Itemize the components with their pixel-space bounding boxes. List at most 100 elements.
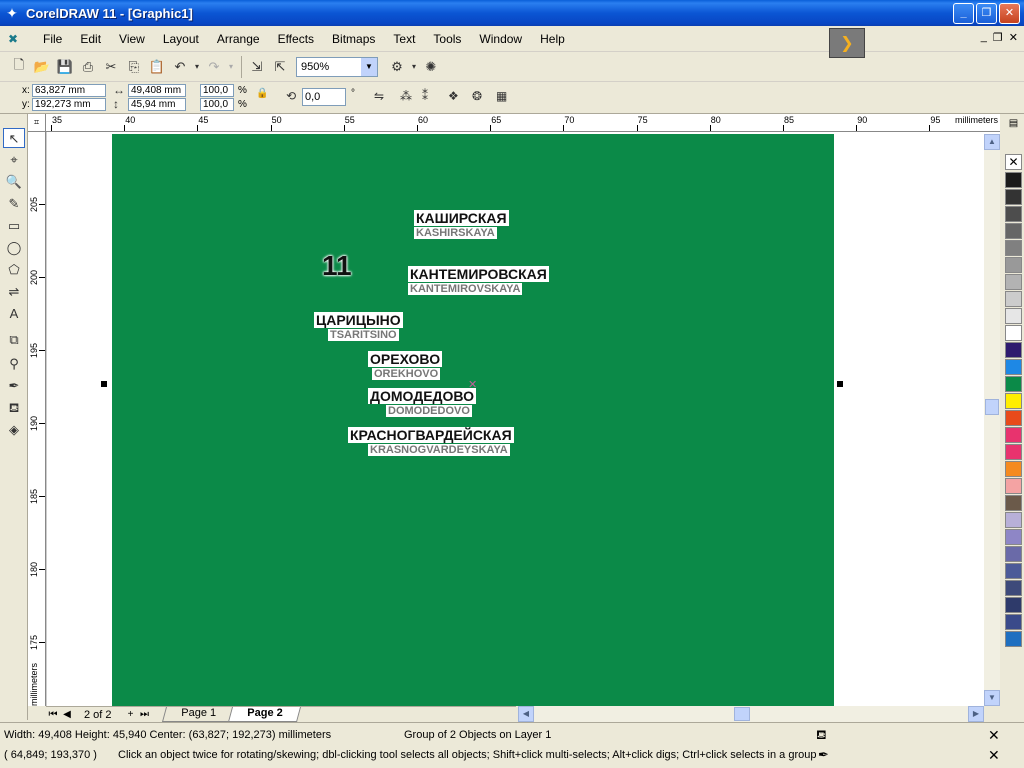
horizontal-scroll-thumb[interactable] xyxy=(734,707,750,721)
menu-text[interactable]: Text xyxy=(384,32,424,46)
color-swatch[interactable] xyxy=(1005,478,1022,494)
y-position-field[interactable]: 192,273 mm xyxy=(32,98,106,111)
vertical-scrollbar[interactable]: ▲ ▼ xyxy=(984,134,1000,706)
color-swatch[interactable] xyxy=(1005,223,1022,239)
zoom-level-select[interactable]: 950% ▼ xyxy=(296,56,378,77)
tab-page-1[interactable]: Page 1 xyxy=(161,707,235,722)
fill-indicator-icon[interactable]: ⛾ xyxy=(816,727,827,745)
color-swatch[interactable] xyxy=(1005,172,1022,188)
vertical-ruler[interactable]: millimeters 205 200 195 190 185 180 175 xyxy=(28,132,46,706)
palette-scroll-up-icon[interactable]: ▤ xyxy=(1005,118,1022,134)
menu-effects[interactable]: Effects xyxy=(269,32,323,46)
paste-icon[interactable]: 📋 xyxy=(146,56,168,78)
copy-icon[interactable]: ⎘ xyxy=(123,56,145,78)
color-swatch[interactable] xyxy=(1005,393,1022,409)
outline-tool-icon[interactable]: ✒ xyxy=(3,376,25,396)
horizontal-ruler[interactable]: 95 90 85 80 75 70 65 60 55 50 45 40 35 millimeters xyxy=(46,114,1000,132)
outline-none-icon[interactable]: ✕ xyxy=(988,747,1000,764)
ungroup-icon[interactable]: ⁑ xyxy=(422,89,428,103)
x-position-field[interactable]: 63,827 mm xyxy=(32,84,106,97)
menu-window[interactable]: Window xyxy=(470,32,531,46)
polygon-tool-icon[interactable]: ⬠ xyxy=(3,260,25,280)
document-menu-icon[interactable]: ✖ xyxy=(8,32,26,46)
station-label[interactable]: ЦАРИЦЫНО TSARITSINO xyxy=(314,312,403,341)
color-swatch[interactable] xyxy=(1005,495,1022,511)
color-swatch[interactable] xyxy=(1005,240,1022,256)
undo-icon[interactable]: ↶ xyxy=(169,56,191,78)
selection-handle-left[interactable] xyxy=(101,381,107,387)
application-launcher-icon[interactable]: ⚙ xyxy=(386,56,408,78)
width-field[interactable]: 49,408 mm xyxy=(128,84,186,97)
color-swatch[interactable] xyxy=(1005,325,1022,341)
save-icon[interactable]: 💾 xyxy=(54,56,76,78)
last-page-icon[interactable]: ⏭ xyxy=(138,709,152,720)
scale-y-field[interactable]: 100,0 xyxy=(200,98,234,111)
first-page-icon[interactable]: ⏮ xyxy=(46,709,60,720)
new-document-icon[interactable]: 🗋 xyxy=(8,56,30,78)
scroll-left-icon[interactable]: ◀ xyxy=(518,706,534,722)
color-swatch[interactable] xyxy=(1005,563,1022,579)
break-apart-icon[interactable]: ❂ xyxy=(472,89,482,103)
color-swatch[interactable] xyxy=(1005,597,1022,613)
interactive-blend-tool-icon[interactable]: ⧉ xyxy=(3,330,25,350)
doc-minimize-icon[interactable]: _ xyxy=(981,31,987,44)
freehand-tool-icon[interactable]: ✎ xyxy=(3,194,25,214)
color-swatch[interactable] xyxy=(1005,342,1022,358)
open-icon[interactable]: 📂 xyxy=(31,56,53,78)
ellipse-tool-icon[interactable]: ◯ xyxy=(3,238,25,258)
coreldraw-app-icon[interactable]: ✦ xyxy=(4,5,20,21)
lock-ratio-icon[interactable]: 🔒 xyxy=(256,88,268,99)
scroll-right-icon[interactable]: ▶ xyxy=(968,706,984,722)
menu-view[interactable]: View xyxy=(110,32,154,46)
color-swatch[interactable] xyxy=(1005,580,1022,596)
color-swatch[interactable] xyxy=(1005,189,1022,205)
color-swatch[interactable] xyxy=(1005,308,1022,324)
to-front-icon[interactable]: ▦ xyxy=(496,89,507,103)
maximize-button[interactable]: ❐ xyxy=(976,3,997,24)
fill-tool-icon[interactable]: ⛾ xyxy=(3,398,25,418)
color-swatch[interactable] xyxy=(1005,546,1022,562)
color-swatch[interactable] xyxy=(1005,512,1022,528)
rectangle-tool-icon[interactable]: ▭ xyxy=(3,216,25,236)
menu-help[interactable]: Help xyxy=(531,32,574,46)
chevron-down-icon[interactable]: ▼ xyxy=(361,57,377,76)
color-swatch[interactable] xyxy=(1005,376,1022,392)
ruler-origin[interactable]: ⌗ xyxy=(28,114,46,132)
doc-close-icon[interactable]: ✕ xyxy=(1009,31,1018,44)
redo-icon[interactable]: ↷ xyxy=(203,56,225,78)
scroll-up-icon[interactable]: ▲ xyxy=(984,134,1000,150)
drawing-canvas[interactable]: 11 КАШИРСКАЯ KASHIRSKAYA КАНТЕМИРОВСКАЯ … xyxy=(46,132,1000,706)
interactive-fill-tool-icon[interactable]: ◈ xyxy=(3,420,25,440)
color-swatch[interactable] xyxy=(1005,257,1022,273)
color-swatch[interactable] xyxy=(1005,461,1022,477)
redo-dropdown-icon[interactable]: ▾ xyxy=(226,56,236,78)
scale-x-field[interactable]: 100,0 xyxy=(200,84,234,97)
color-swatch[interactable] xyxy=(1005,427,1022,443)
station-label[interactable]: КРАСНОГВАРДЕЙСКАЯ KRASNOGVARDEYSKAYA xyxy=(348,427,514,456)
corel-online-icon[interactable]: ✺ xyxy=(420,56,442,78)
color-swatch[interactable] xyxy=(1005,631,1022,647)
spiral-tool-icon[interactable]: ⇌ xyxy=(3,282,25,302)
menu-edit[interactable]: Edit xyxy=(71,32,110,46)
cut-icon[interactable]: ✂ xyxy=(100,56,122,78)
combine-icon[interactable]: ❖ xyxy=(448,89,459,103)
line-number-label[interactable]: 11 xyxy=(322,250,352,282)
station-label[interactable]: ДОМОДЕДОВО DOMODEDOVO xyxy=(368,388,477,417)
tab-page-2[interactable]: Page 2 xyxy=(228,707,302,722)
color-swatch[interactable] xyxy=(1005,291,1022,307)
export-icon[interactable]: ⇱ xyxy=(269,56,291,78)
import-icon[interactable]: ⇲ xyxy=(246,56,268,78)
mirror-icon[interactable]: ⇋ xyxy=(374,89,384,103)
outline-indicator-icon[interactable]: ✒ xyxy=(818,747,829,763)
undo-dropdown-icon[interactable]: ▾ xyxy=(192,56,202,78)
add-page-icon[interactable]: + xyxy=(124,709,138,720)
eyedropper-tool-icon[interactable]: ⚲ xyxy=(3,354,25,374)
center-marker-icon[interactable]: ✕ xyxy=(468,378,477,391)
menu-tools[interactable]: Tools xyxy=(424,32,470,46)
height-field[interactable]: 45,94 mm xyxy=(128,98,186,111)
scroll-down-icon[interactable]: ▼ xyxy=(984,690,1000,706)
no-fill-swatch-icon[interactable]: ✕ xyxy=(1005,154,1022,170)
pick-tool-icon[interactable]: ↖ xyxy=(3,128,25,148)
close-button[interactable]: ✕ xyxy=(999,3,1020,24)
rotation-field[interactable]: 0,0 xyxy=(302,88,346,106)
